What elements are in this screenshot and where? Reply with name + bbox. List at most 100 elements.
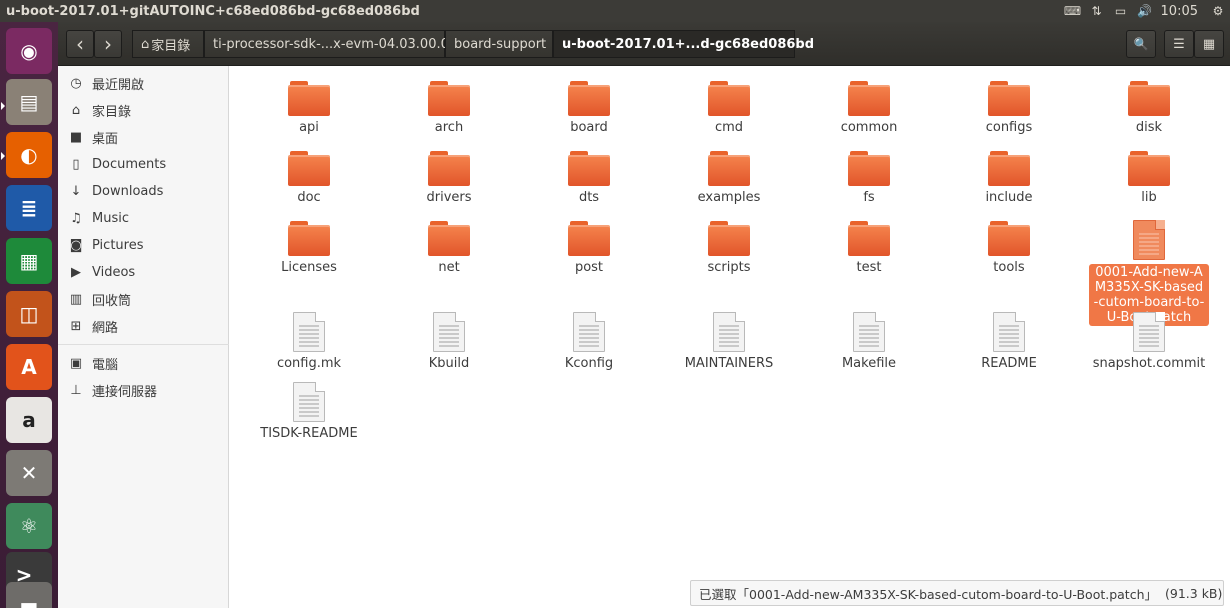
file-item[interactable]: Makefile xyxy=(799,312,939,371)
forward-button[interactable]: › xyxy=(94,30,122,58)
launcher-atom[interactable]: ⚛ xyxy=(6,503,52,549)
folder-icon xyxy=(428,220,470,256)
launcher-libreoffice-calc[interactable]: ▦ xyxy=(6,238,52,284)
folder-item[interactable]: include xyxy=(939,150,1079,205)
breadcrumb-u-boot[interactable]: u-boot-2017.01+...d-gc68ed086bd xyxy=(553,30,814,58)
home-icon: ⌂ xyxy=(71,102,81,118)
sidebar-item-label: Documents xyxy=(92,156,167,172)
sidebar-item-label: Music xyxy=(92,210,129,226)
search-button[interactable]: 🔍 xyxy=(1126,30,1156,58)
folder-item[interactable]: dts xyxy=(519,150,659,205)
breadcrumb-board-support[interactable]: board-support xyxy=(445,30,553,58)
folder-item[interactable]: examples xyxy=(659,150,799,205)
file-item[interactable]: Kbuild xyxy=(379,312,519,371)
sidebar-item-11[interactable]: ▣ 電腦 xyxy=(58,350,229,376)
launcher-firefox[interactable]: ◐ xyxy=(6,132,52,178)
file-name-label: lib xyxy=(1141,190,1157,205)
folder-item[interactable]: drivers xyxy=(379,150,519,205)
folder-item[interactable]: fs xyxy=(799,150,939,205)
launcher-software-center[interactable]: A xyxy=(6,344,52,390)
text-file-icon xyxy=(993,312,1025,352)
folder-item[interactable]: test xyxy=(799,220,939,275)
list-view-button[interactable]: ☰ xyxy=(1164,30,1194,58)
breadcrumb-sdk[interactable]: ti-processor-sdk-...x-evm-04.03.00.05 xyxy=(204,30,457,58)
launcher-ubuntu-dash[interactable]: ◉ xyxy=(6,28,52,74)
sidebar-item-3[interactable]: ■ 桌面 xyxy=(58,124,229,150)
file-name-label: Makefile xyxy=(841,356,897,371)
text-file-icon xyxy=(853,312,885,352)
sidebar-item-2[interactable]: ⌂ 家目錄 xyxy=(58,97,229,123)
folder-item[interactable]: Licenses xyxy=(239,220,379,275)
launcher-drives[interactable]: ▬ xyxy=(6,582,52,608)
drives-icon: ▬ xyxy=(19,593,39,608)
sidebar-item-9[interactable]: ▥ 回收筒 xyxy=(58,286,229,312)
folder-item[interactable]: disk xyxy=(1079,80,1219,135)
sidebar-item-6[interactable]: ♫ Music xyxy=(58,205,229,231)
launcher-libreoffice-impress[interactable]: ◫ xyxy=(6,291,52,337)
sidebar-divider xyxy=(58,344,229,345)
running-indicator xyxy=(1,152,5,160)
sidebar-item-4[interactable]: ▯ Documents xyxy=(58,151,229,177)
folder-item[interactable]: lib xyxy=(1079,150,1219,205)
launcher-files[interactable]: ▤ xyxy=(6,79,52,125)
text-file-icon xyxy=(573,312,605,352)
launcher-amazon[interactable]: a xyxy=(6,397,52,443)
file-name-label: board xyxy=(570,120,608,135)
folder-item[interactable]: doc xyxy=(239,150,379,205)
file-item[interactable]: snapshot.commit xyxy=(1079,312,1219,371)
file-name-label: api xyxy=(299,120,319,135)
folder-item[interactable]: common xyxy=(799,80,939,135)
music-icon: ♫ xyxy=(70,210,82,226)
view-options-button[interactable]: ▦ xyxy=(1194,30,1224,58)
sidebar-item-5[interactable]: ↓ Downloads xyxy=(58,178,229,204)
amazon-icon: a xyxy=(22,408,36,432)
folder-item[interactable]: tools xyxy=(939,220,1079,275)
folder-item[interactable]: scripts xyxy=(659,220,799,275)
libreoffice-impress-icon: ◫ xyxy=(19,302,39,326)
launcher-system-settings[interactable]: ✕ xyxy=(6,450,52,496)
folder-item[interactable]: arch xyxy=(379,80,519,135)
folder-item[interactable]: configs xyxy=(939,80,1079,135)
folder-icon xyxy=(568,220,610,256)
status-bar: 已選取「0001-Add-new-AM335X-SK-based-cutom-b… xyxy=(690,580,1224,606)
file-name-label: dts xyxy=(578,190,600,205)
file-name-label: cmd xyxy=(714,120,744,135)
folder-icon xyxy=(288,220,330,256)
file-name-label: Licenses xyxy=(281,260,337,275)
file-name-label: common xyxy=(840,120,898,135)
file-name-label: snapshot.commit xyxy=(1092,356,1206,371)
sidebar-item-10[interactable]: ⊞ 網路 xyxy=(58,313,229,339)
file-item[interactable]: MAINTAINERS xyxy=(659,312,799,371)
folder-item[interactable]: cmd xyxy=(659,80,799,135)
breadcrumb-home[interactable]: ⌂ 家目錄 xyxy=(132,30,204,58)
sidebar-item-8[interactable]: ▶ Videos xyxy=(58,259,229,285)
file-item[interactable]: config.mk xyxy=(239,312,379,371)
atom-icon: ⚛ xyxy=(20,514,38,538)
launcher-libreoffice-writer[interactable]: ≣ xyxy=(6,185,52,231)
breadcrumb-label: u-boot-2017.01+...d-gc68ed086bd xyxy=(562,36,815,52)
file-item[interactable]: TISDK-README xyxy=(239,382,379,441)
file-item[interactable]: README xyxy=(939,312,1079,371)
settings-gear-icon[interactable]: ⚙ xyxy=(1206,0,1230,22)
sidebar-item-12[interactable]: ⊥ 連接伺服器 xyxy=(58,377,229,403)
battery-icon[interactable]: ▭ xyxy=(1109,0,1133,22)
back-button[interactable]: ‹ xyxy=(66,30,94,58)
text-file-icon xyxy=(433,312,465,352)
network-arrows-icon[interactable]: ⇅ xyxy=(1085,0,1109,22)
sidebar-item-7[interactable]: ◙ Pictures xyxy=(58,232,229,258)
clock[interactable]: 10:05 xyxy=(1157,4,1206,19)
folder-icon xyxy=(288,80,330,116)
file-name-label: disk xyxy=(1135,120,1163,135)
folder-item[interactable]: net xyxy=(379,220,519,275)
folder-item[interactable]: api xyxy=(239,80,379,135)
file-item[interactable]: Kconfig xyxy=(519,312,659,371)
folder-icon xyxy=(848,150,890,186)
keyboard-icon[interactable]: ⌨ xyxy=(1061,0,1085,22)
file-name-label: configs xyxy=(985,120,1033,135)
file-item[interactable]: 0001-Add-new-AM335X-SK-based-cutom-board… xyxy=(1079,220,1219,326)
folder-item[interactable]: post xyxy=(519,220,659,275)
folder-icon xyxy=(1128,80,1170,116)
folder-item[interactable]: board xyxy=(519,80,659,135)
sidebar-item-1[interactable]: ◷ 最近開啟 xyxy=(58,70,229,96)
volume-icon[interactable]: 🔊 xyxy=(1133,0,1157,22)
